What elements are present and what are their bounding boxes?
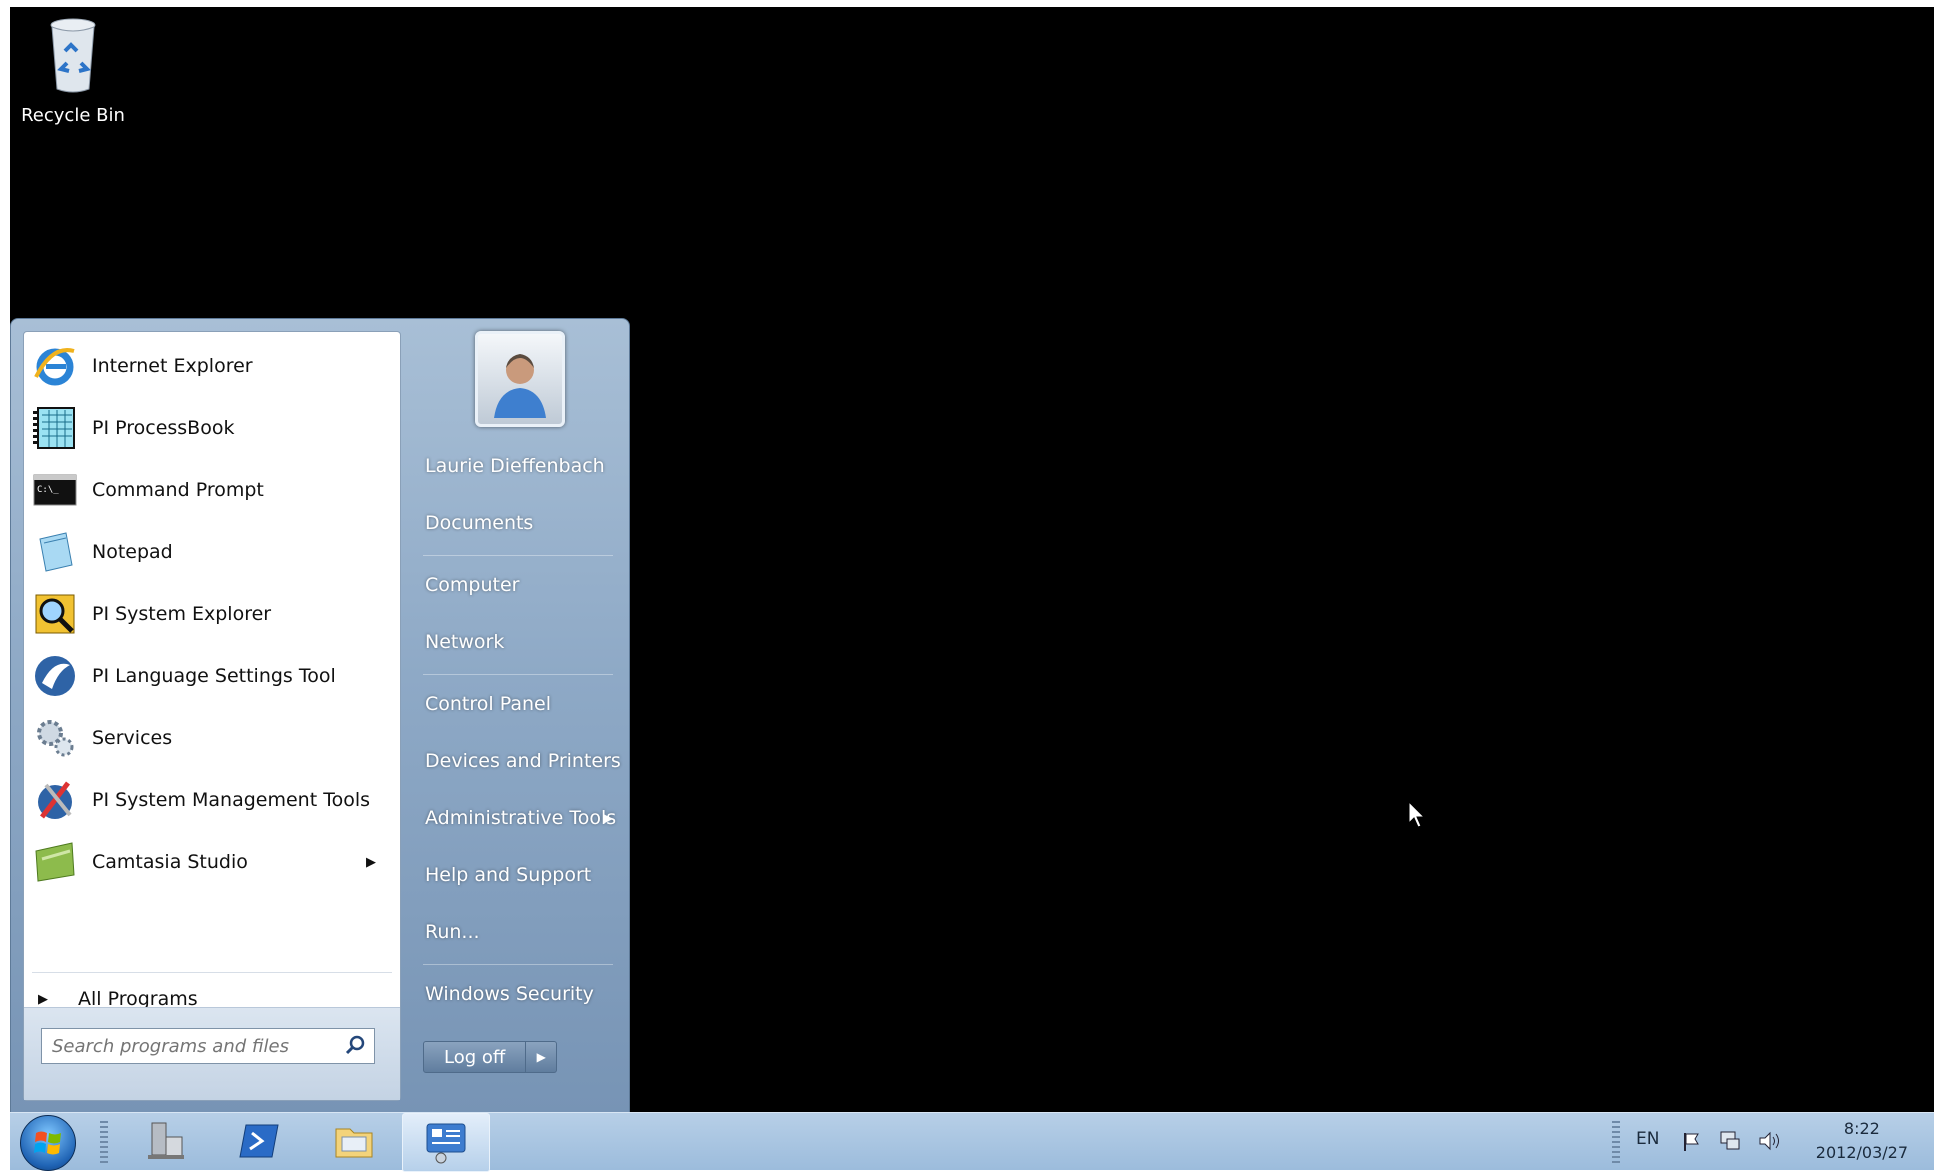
recycle-bin-label: Recycle Bin: [21, 105, 125, 126]
start-menu-programs-pane: Internet Explorer PI ProcessBook C:\_ Co…: [23, 331, 401, 1101]
user-avatar[interactable]: [475, 331, 565, 427]
taskbar: EN 8:22 2012/03/27: [10, 1112, 1934, 1172]
taskbar-grip[interactable]: [100, 1121, 108, 1163]
separator: [423, 555, 613, 556]
taskbar-active-app[interactable]: [402, 1113, 490, 1172]
folder-icon: [335, 1128, 373, 1158]
program-pi-processbook[interactable]: PI ProcessBook: [30, 400, 394, 456]
camtasia-icon: [35, 842, 75, 882]
clock-time: 8:22: [1843, 1119, 1880, 1138]
start-menu: Internet Explorer PI ProcessBook C:\_ Co…: [10, 318, 630, 1114]
devices-and-printers-link[interactable]: Devices and Printers: [425, 750, 621, 772]
search-box[interactable]: [41, 1028, 375, 1064]
search-area: [24, 1007, 400, 1100]
notepad-icon: [39, 532, 73, 572]
svg-text:C:\_: C:\_: [37, 485, 59, 495]
administrative-tools-link[interactable]: Administrative Tools: [425, 807, 616, 829]
taskbar-server-manager[interactable]: [142, 1117, 190, 1165]
search-input[interactable]: [50, 1034, 334, 1058]
taskbar-windows-explorer[interactable]: [330, 1117, 378, 1165]
server-manager-icon: [148, 1122, 184, 1159]
separator: [423, 674, 613, 675]
recycle-bin-icon: [50, 18, 96, 93]
separator: [32, 972, 392, 973]
separator: [423, 964, 613, 965]
internet-explorer-icon: [34, 348, 75, 386]
program-notepad[interactable]: Notepad: [30, 524, 394, 580]
run-link[interactable]: Run...: [425, 921, 480, 943]
arrow-right-icon: ▶: [536, 1050, 546, 1064]
system-clock[interactable]: 8:22 2012/03/27: [1816, 1117, 1908, 1165]
start-button[interactable]: [20, 1115, 76, 1171]
services-icon: [37, 720, 74, 757]
control-panel-icon: [426, 1123, 466, 1164]
program-services[interactable]: Services: [30, 710, 394, 766]
logoff-group: Log off ▶: [423, 1041, 558, 1073]
program-internet-explorer[interactable]: Internet Explorer: [30, 338, 394, 394]
program-pi-system-management-tools[interactable]: PI System Management Tools: [30, 772, 394, 828]
expand-arrow-icon: ▶: [38, 991, 48, 1007]
recycle-bin-shortcut[interactable]: Recycle Bin: [18, 17, 128, 126]
documents-link[interactable]: Documents: [425, 512, 533, 534]
control-panel-link[interactable]: Control Panel: [425, 693, 551, 715]
user-icon: [494, 354, 546, 418]
mouse-cursor-icon: [1408, 801, 1426, 828]
processbook-icon: [33, 407, 75, 449]
pi-language-settings-icon: [35, 656, 75, 696]
powershell-icon: [239, 1124, 279, 1158]
command-prompt-icon: C:\_: [33, 474, 77, 506]
windows-security-link[interactable]: Windows Security: [425, 983, 594, 1005]
clock-date: 2012/03/27: [1815, 1143, 1908, 1162]
program-command-prompt[interactable]: C:\_ Command Prompt: [30, 462, 394, 518]
windows-logo-icon: [34, 1131, 61, 1155]
program-pi-language-settings-tool[interactable]: PI Language Settings Tool: [30, 648, 394, 704]
program-pi-system-explorer[interactable]: PI System Explorer: [30, 586, 394, 642]
submenu-arrow-icon: ▶: [603, 811, 613, 825]
program-camtasia-studio[interactable]: Camtasia Studio ▶: [30, 834, 394, 890]
start-menu-places-pane: Laurie Dieffenbach Documents Computer Ne…: [411, 319, 629, 1113]
action-center-flag-icon[interactable]: [1682, 1131, 1704, 1153]
computer-link[interactable]: Computer: [425, 574, 519, 596]
shutdown-options-button[interactable]: ▶: [526, 1041, 558, 1073]
submenu-arrow-icon: ▶: [366, 854, 376, 870]
help-and-support-link[interactable]: Help and Support: [425, 864, 591, 886]
language-indicator[interactable]: EN: [1636, 1129, 1659, 1149]
logoff-button[interactable]: Log off: [423, 1041, 527, 1073]
user-name-link[interactable]: Laurie Dieffenbach: [425, 455, 605, 477]
tray-grip[interactable]: [1612, 1121, 1620, 1163]
taskbar-powershell[interactable]: [236, 1117, 284, 1165]
pi-smt-icon: [38, 781, 72, 819]
search-icon[interactable]: [344, 1034, 366, 1056]
network-icon[interactable]: [1718, 1129, 1742, 1153]
network-link[interactable]: Network: [425, 631, 504, 653]
pi-system-explorer-icon: [35, 594, 75, 634]
volume-icon[interactable]: [1758, 1130, 1782, 1152]
